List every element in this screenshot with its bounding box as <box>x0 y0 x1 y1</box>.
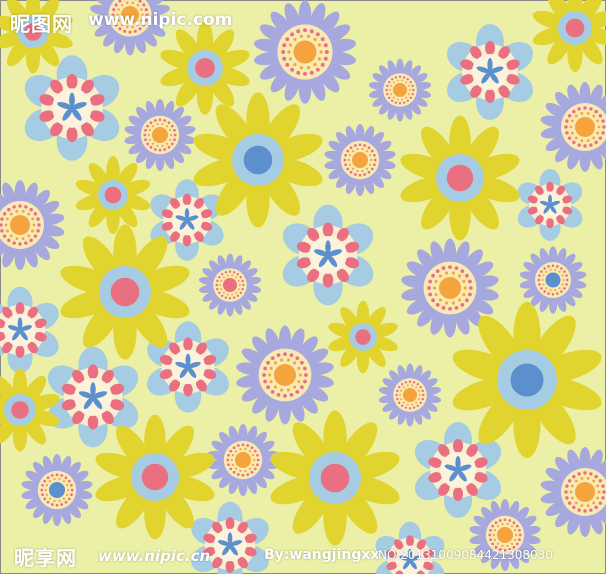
watermark-site-name-bottom: 昵享网 <box>14 546 77 570</box>
watermark-url-bottom: www.nipic.cn <box>98 547 211 565</box>
watermark-site-name-top: 昵图网 <box>10 12 73 36</box>
watermark-id-code: NO:20131009084421308030 <box>378 548 553 562</box>
watermark-url-top: www.nipic.com <box>88 10 233 30</box>
floral-pattern <box>0 0 606 574</box>
watermark-author: By:wangjingxx <box>264 547 380 563</box>
